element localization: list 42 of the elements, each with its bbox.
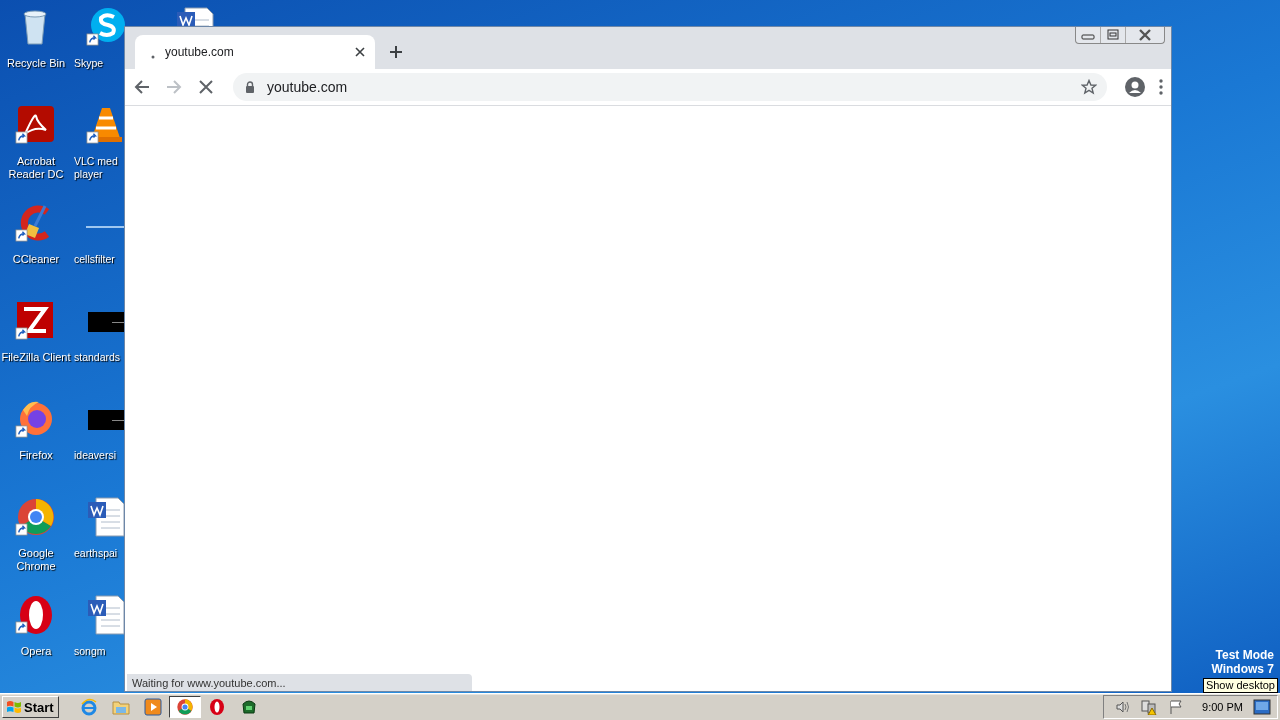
browser-tab[interactable]: youtube.com [135,35,375,69]
icon-label[interactable]: FileZilla Client [1,351,71,364]
test-mode-notice: Test Mode [1215,648,1274,662]
test-mode-notice: Windows 7 [1211,662,1274,676]
icon-label[interactable]: standards [74,351,121,364]
icon-label[interactable]: VLC med player [74,155,124,181]
icon-label[interactable]: Recycle Bin [6,57,66,70]
windows-flag-icon [6,700,22,714]
stop-icon[interactable] [197,78,215,96]
icon-label[interactable]: Skype [74,57,104,70]
play-icon[interactable] [143,698,162,716]
back-arrow-icon[interactable] [133,78,151,96]
icon-label[interactable]: songm [74,645,106,658]
network-warning-icon[interactable] [1140,699,1159,715]
icon-label[interactable]: Opera [20,645,52,658]
close-icon[interactable] [355,47,365,57]
icon-label[interactable]: Acrobat Reader DC [0,155,72,181]
star-icon[interactable] [1081,79,1097,95]
icon-label[interactable]: earthspai [74,547,118,560]
loading-dot-icon [151,55,155,59]
show-desktop-icon[interactable] [1253,699,1271,715]
icon-label[interactable]: Firefox [19,449,53,462]
ring-o-icon[interactable] [207,698,226,716]
icon-label[interactable]: ideaversi [74,449,117,462]
tooltip: Show desktop [1202,678,1278,693]
speaker-icon[interactable] [1114,699,1131,715]
profile-avatar-icon[interactable] [1125,77,1145,97]
browser-ball-icon [15,496,57,538]
icon-label[interactable]: cellsfilter [74,253,115,266]
start-button[interactable]: Start [2,696,59,718]
status-bubble: Waiting for www.youtube.com... [127,674,472,691]
clock-time[interactable]: 9:00 PM [1202,701,1243,713]
new-tab-icon[interactable] [389,45,403,59]
address-bar[interactable]: youtube.com [233,73,1107,101]
browser-ball-icon[interactable] [175,698,194,716]
icon-label[interactable]: CCleaner [12,253,60,266]
bug-icon[interactable] [239,698,258,716]
taskbar-button[interactable] [168,696,201,718]
icon-label[interactable]: Google Chrome [0,547,72,573]
menu-dots-icon[interactable] [1159,79,1163,95]
flag-icon[interactable] [1168,699,1185,715]
lock-icon [245,81,255,93]
